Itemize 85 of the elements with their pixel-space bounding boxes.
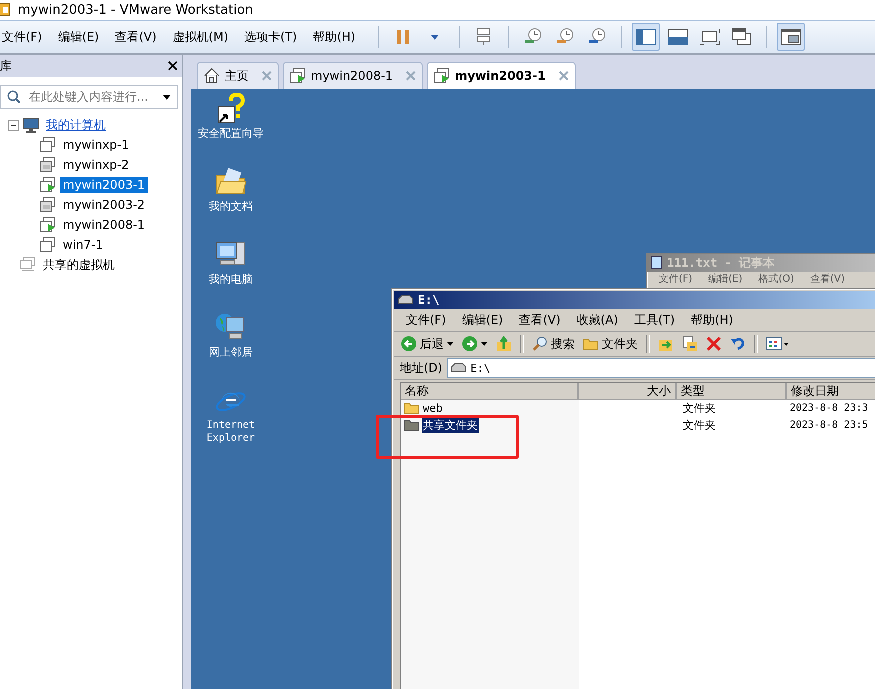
tree-item[interactable]: mywinxp-1	[60, 137, 132, 153]
search-icon	[7, 90, 21, 104]
folder-icon	[583, 337, 599, 351]
table-cell-text: 2023-8-8 23:3	[789, 403, 870, 414]
caret-icon	[481, 342, 488, 346]
column-header[interactable]: 修改日期	[787, 383, 875, 400]
menu-item[interactable]: 选项卡(T)	[242, 28, 306, 46]
monitor-icon	[23, 118, 39, 132]
menu-item[interactable]: 格式(O)	[752, 272, 800, 286]
column-header[interactable]: 大小	[579, 383, 677, 400]
menu-item[interactable]: 帮助(H)	[685, 312, 740, 328]
menu-item[interactable]: 查看(V)	[113, 28, 165, 46]
folders-button[interactable]: 文件夹	[580, 336, 641, 352]
panel-title: 库	[0, 58, 12, 74]
search-icon	[532, 336, 548, 352]
file-name[interactable]: 共享文件夹	[422, 418, 479, 433]
pause-icon	[396, 29, 410, 45]
back-button[interactable]: 后退	[398, 336, 457, 352]
column-header[interactable]: 类型	[677, 383, 787, 400]
copy-to-icon	[682, 336, 698, 352]
close-icon[interactable]	[168, 61, 178, 71]
clock-icon	[556, 28, 574, 46]
menu-item[interactable]: 查看(V)	[513, 312, 567, 328]
toolbar-button[interactable]	[776, 23, 805, 51]
window-title: mywin2003-1 - VMware Workstation	[18, 2, 254, 18]
notepad-icon	[651, 256, 663, 270]
menu-item[interactable]: 编辑(E)	[456, 312, 510, 328]
thumbnail-view-icon	[668, 29, 688, 45]
menu-item[interactable]: 工具(T)	[628, 312, 682, 328]
menu-item[interactable]: 帮助(H)	[311, 28, 364, 46]
caret-icon	[447, 342, 454, 346]
menu-item[interactable]: 虚拟机(M)	[170, 28, 237, 46]
tree-item[interactable]: 共享的虚拟机	[40, 256, 118, 274]
tree-item[interactable]: mywinxp-2	[60, 157, 132, 173]
table-cell-text: 文件夹	[682, 401, 717, 416]
desktop-icon-label[interactable]: 我的文档	[195, 200, 267, 213]
console-view-icon	[780, 29, 801, 45]
tab[interactable]: 主页	[197, 62, 279, 89]
window-title: E:\	[418, 293, 440, 307]
keyboard-icon	[476, 28, 492, 46]
tree-item[interactable]: win7-1	[60, 237, 106, 253]
sidebar-view-icon	[636, 29, 656, 45]
drive-icon	[398, 295, 414, 305]
clock-icon	[524, 28, 542, 46]
table-cell-text: 2023-8-8 23:5	[789, 420, 870, 431]
menu-item[interactable]: 收藏(A)	[570, 312, 624, 328]
file-name[interactable]: web	[422, 402, 444, 415]
tree-item[interactable]: mywin2003-1	[60, 177, 148, 193]
address-field[interactable]: E:\	[446, 358, 875, 378]
column-header[interactable]: 名称	[401, 383, 579, 400]
delete-icon	[706, 336, 722, 352]
running-vm-icon	[290, 68, 306, 84]
desktop-icon-label[interactable]: 我的电脑	[195, 273, 267, 286]
home-icon	[204, 68, 220, 84]
collapse-toggle[interactable]	[8, 120, 19, 130]
search-field[interactable]: 在此处键入内容进行...	[0, 85, 178, 109]
tree-item[interactable]: mywin2003-2	[60, 197, 148, 213]
views-icon	[766, 336, 790, 352]
clock-icon	[588, 28, 606, 46]
menu-item[interactable]: 查看(V)	[804, 272, 852, 286]
tab[interactable]: mywin2008-1	[283, 62, 424, 89]
table-cell-text: 文件夹	[682, 418, 717, 433]
caret-icon	[163, 94, 171, 100]
drive-icon	[450, 363, 467, 373]
search-button[interactable]: 搜索	[529, 336, 578, 352]
desktop-icon-label[interactable]: 安全配置向导	[195, 127, 267, 140]
caret-icon	[430, 34, 439, 40]
shared-vm-icon	[20, 257, 36, 273]
toolbar-button[interactable]	[632, 23, 660, 51]
menu-item[interactable]: 编辑(E)	[702, 272, 749, 286]
menu-item[interactable]: 文件(F)	[400, 312, 452, 328]
tree-item[interactable]: 我的计算机	[43, 116, 109, 134]
desktop-icon-label[interactable]: Internet Explorer	[195, 419, 267, 445]
windows-icon	[732, 28, 752, 46]
address-label: 地址(D)	[400, 360, 443, 376]
undo-icon	[730, 336, 746, 352]
up-folder-icon	[496, 336, 512, 352]
menu-item[interactable]: 文件(F)	[653, 272, 699, 286]
menu-item[interactable]: 编辑(E)	[56, 28, 108, 46]
menu-item[interactable]: 文件(F)	[0, 28, 50, 46]
desktop-icon-label[interactable]: 网上邻居	[195, 346, 267, 359]
fullscreen-icon	[700, 29, 720, 45]
running-vm-icon	[434, 68, 450, 84]
tree-item[interactable]: mywin2008-1	[60, 217, 148, 233]
tab[interactable]: mywin2003-1	[427, 62, 576, 89]
